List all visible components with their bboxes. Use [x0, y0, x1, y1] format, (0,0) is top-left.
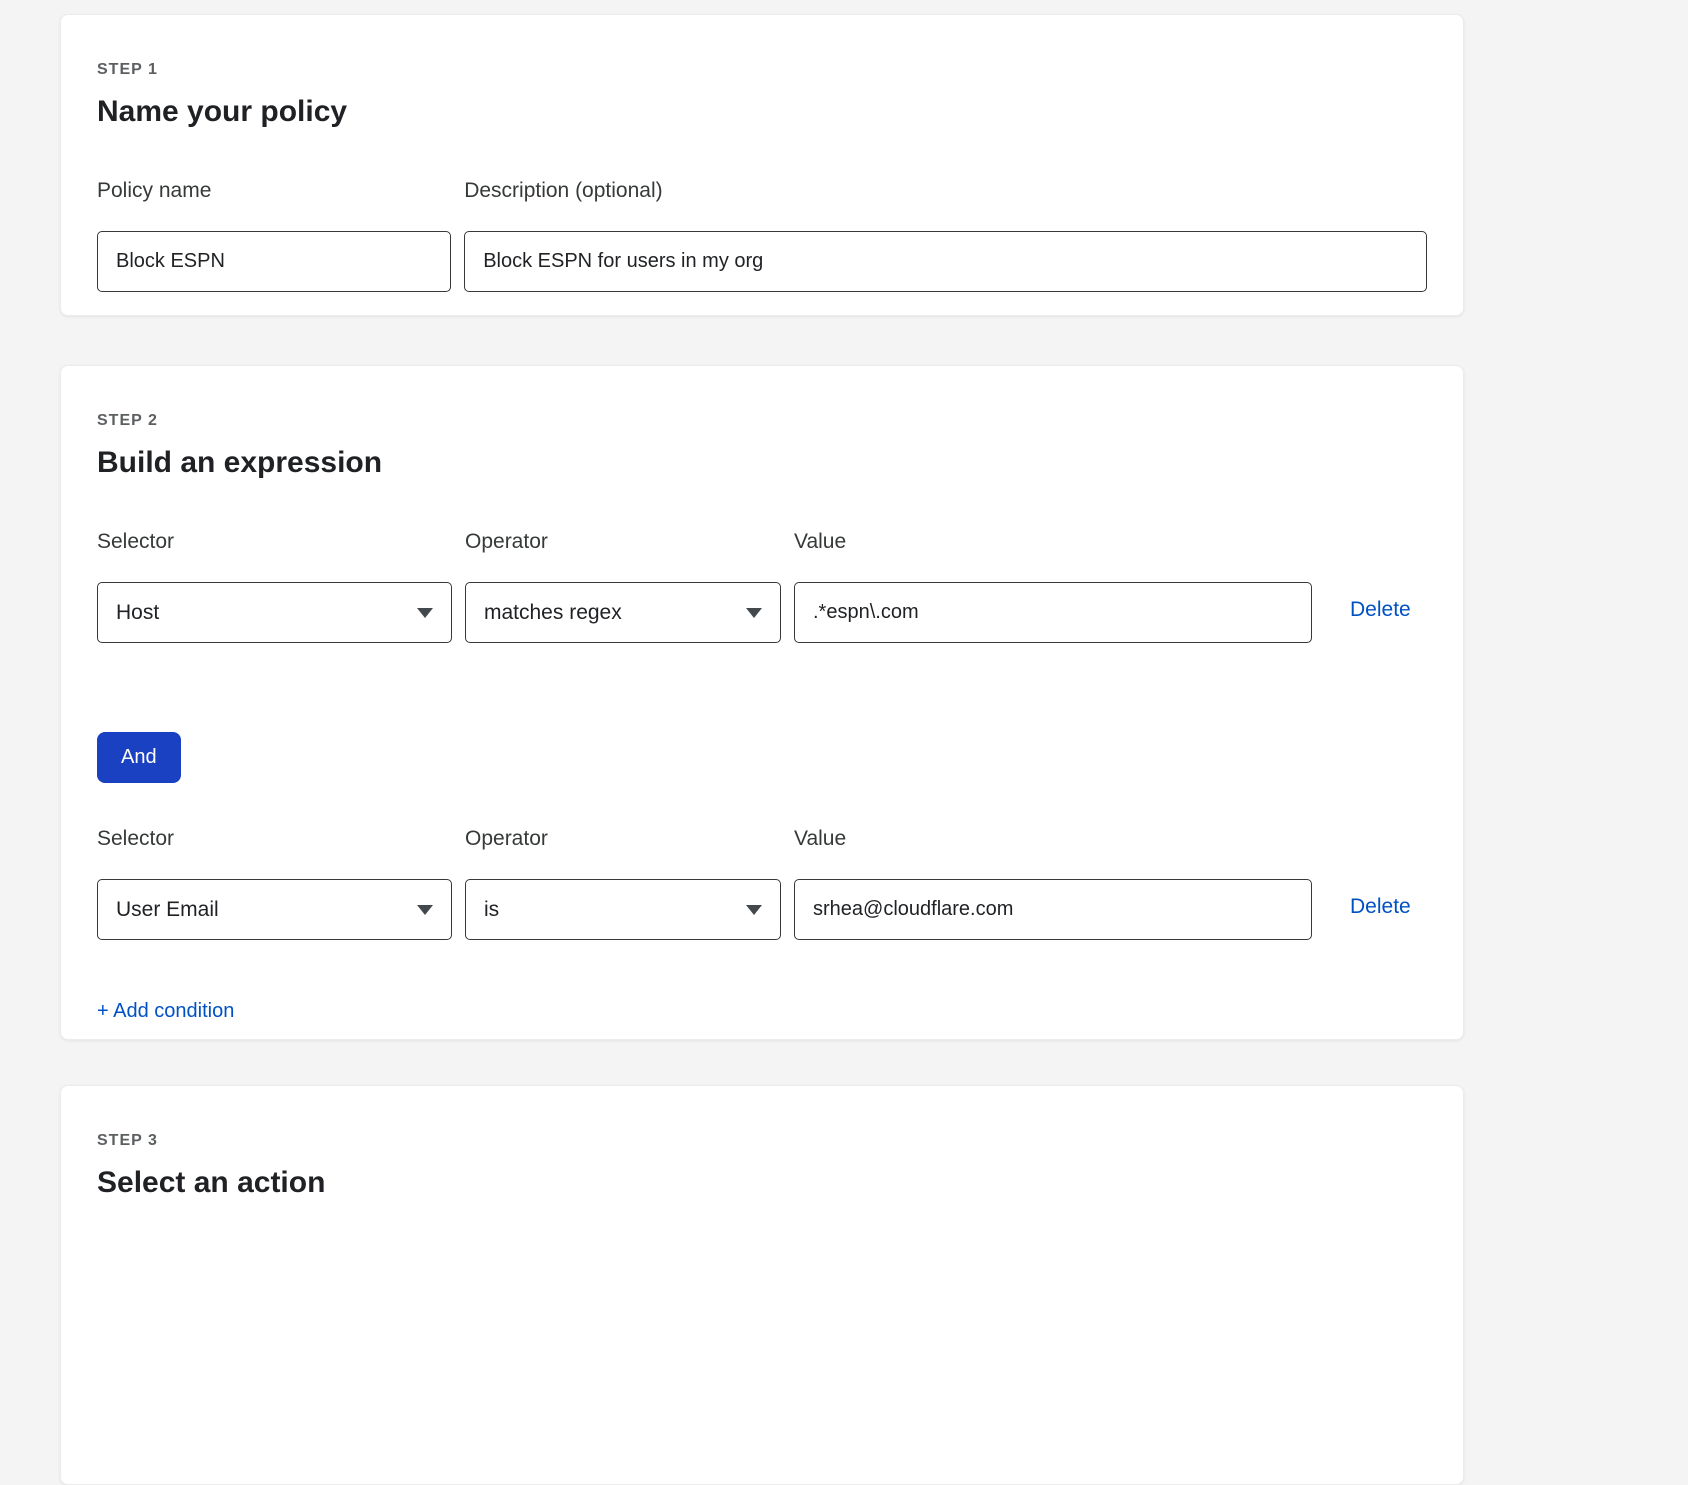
operator-dropdown-2[interactable]: is	[465, 879, 781, 940]
operator-dropdown-value: matches regex	[484, 601, 622, 625]
operator-dropdown-1[interactable]: matches regex	[465, 582, 781, 643]
value-label: Value	[794, 530, 1312, 554]
chevron-down-icon	[417, 905, 433, 915]
selector-label: Selector	[97, 530, 452, 554]
step1-card: STEP 1 Name your policy Policy name Desc…	[60, 14, 1464, 316]
condition-row-1: Selector Host Operator matches regex Val…	[97, 530, 1427, 643]
policy-name-input[interactable]	[97, 231, 451, 292]
value-group-1: Value	[794, 530, 1312, 643]
and-button[interactable]: And	[97, 732, 181, 783]
policy-name-group: Policy name	[97, 179, 451, 292]
step3-label: STEP 3	[97, 1132, 1427, 1150]
step3-card: STEP 3 Select an action	[60, 1085, 1464, 1485]
description-input[interactable]	[464, 231, 1427, 292]
selector-dropdown-value: User Email	[116, 898, 219, 922]
operator-label: Operator	[465, 827, 781, 851]
value-label: Value	[794, 827, 1312, 851]
value-input-1[interactable]	[794, 582, 1312, 643]
policy-builder-page: STEP 1 Name your policy Policy name Desc…	[0, 0, 1688, 1296]
selector-group-2: Selector User Email	[97, 827, 452, 940]
selector-label: Selector	[97, 827, 452, 851]
policy-name-label: Policy name	[97, 179, 451, 203]
value-group-2: Value	[794, 827, 1312, 940]
delete-cell-2: Delete	[1350, 876, 1411, 937]
operator-dropdown-value: is	[484, 898, 499, 922]
delete-link-2[interactable]: Delete	[1350, 895, 1411, 919]
selector-dropdown-1[interactable]: Host	[97, 582, 452, 643]
delete-cell-1: Delete	[1350, 579, 1411, 640]
operator-group-2: Operator is	[465, 827, 781, 940]
add-condition-link[interactable]: + Add condition	[97, 1000, 234, 1023]
step2-card: STEP 2 Build an expression Selector Host…	[60, 365, 1464, 1040]
description-label: Description (optional)	[464, 179, 1427, 203]
step3-title: Select an action	[97, 1166, 1427, 1200]
chevron-down-icon	[417, 608, 433, 618]
value-input-2[interactable]	[794, 879, 1312, 940]
description-group: Description (optional)	[464, 179, 1427, 292]
condition-row-2: Selector User Email Operator is Value De…	[97, 827, 1427, 940]
chevron-down-icon	[746, 608, 762, 618]
delete-link-1[interactable]: Delete	[1350, 598, 1411, 622]
chevron-down-icon	[746, 905, 762, 915]
step2-label: STEP 2	[97, 412, 1427, 430]
step1-fields-row: Policy name Description (optional)	[97, 179, 1427, 292]
step1-title: Name your policy	[97, 95, 1427, 129]
selector-dropdown-value: Host	[116, 601, 159, 625]
selector-dropdown-2[interactable]: User Email	[97, 879, 452, 940]
step2-title: Build an expression	[97, 446, 1427, 480]
step1-label: STEP 1	[97, 61, 1427, 79]
selector-group-1: Selector Host	[97, 530, 452, 643]
operator-label: Operator	[465, 530, 781, 554]
operator-group-1: Operator matches regex	[465, 530, 781, 643]
